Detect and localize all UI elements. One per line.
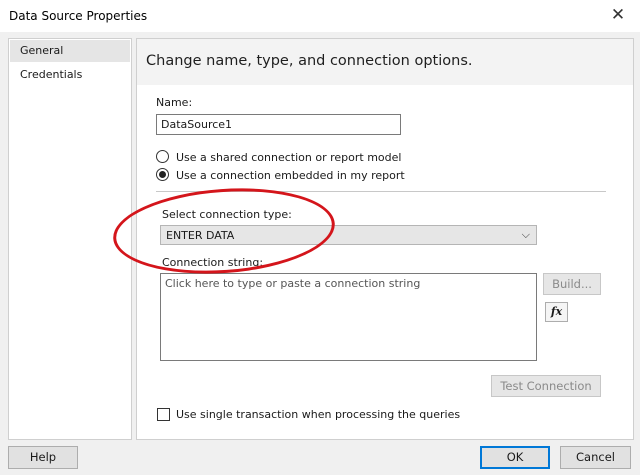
name-label: Name: — [156, 96, 193, 109]
title-bar: Data Source Properties ✕ — [0, 0, 640, 32]
connection-string-field[interactable]: Click here to type or paste a connection… — [160, 273, 537, 361]
radio-shared-label: Use a shared connection or report model — [176, 151, 402, 164]
chevron-down-icon: ⌵ — [521, 228, 530, 241]
help-button[interactable]: Help — [8, 446, 78, 469]
expression-fx-button[interactable]: fx — [545, 302, 568, 322]
page-title: Change name, type, and connection option… — [146, 53, 473, 69]
connection-type-select[interactable]: ENTER DATA ⌵ — [160, 225, 537, 245]
divider — [156, 191, 606, 192]
radio-shared-connection[interactable] — [156, 150, 169, 163]
cancel-button[interactable]: Cancel — [560, 446, 631, 469]
nav-item-general[interactable]: General — [10, 40, 130, 62]
heading-band: Change name, type, and connection option… — [137, 39, 633, 85]
connection-string-label: Connection string: — [162, 256, 264, 269]
window-title: Data Source Properties — [9, 9, 148, 23]
close-icon[interactable]: ✕ — [607, 4, 629, 26]
connection-type-value: ENTER DATA — [166, 229, 235, 242]
single-transaction-label: Use single transaction when processing t… — [176, 408, 461, 421]
radio-embedded-label: Use a connection embedded in my report — [176, 169, 405, 182]
build-button[interactable]: Build... — [543, 273, 601, 295]
nav-pane: General Credentials — [8, 38, 132, 440]
name-field[interactable]: DataSource1 — [156, 114, 401, 135]
radio-embedded-connection[interactable] — [156, 168, 169, 181]
connection-type-label: Select connection type: — [162, 208, 292, 221]
single-transaction-checkbox[interactable] — [157, 408, 170, 421]
main-panel: Change name, type, and connection option… — [136, 38, 634, 440]
ok-button[interactable]: OK — [480, 446, 550, 469]
test-connection-button[interactable]: Test Connection — [491, 375, 601, 397]
nav-item-credentials[interactable]: Credentials — [10, 64, 130, 86]
